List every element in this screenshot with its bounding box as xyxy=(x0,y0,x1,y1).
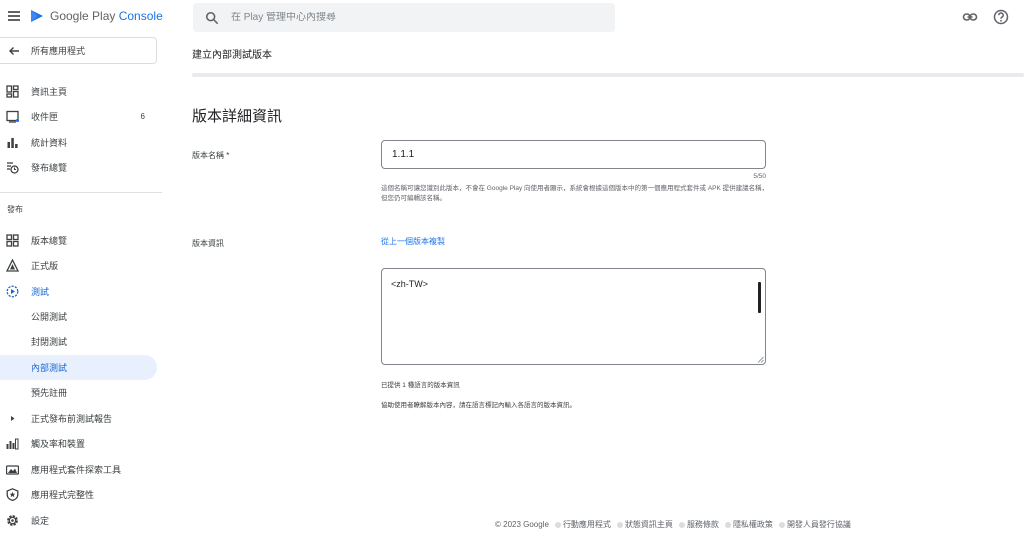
sidebar-item-releases-overview[interactable]: 版本總覽 xyxy=(0,228,157,253)
sidebar-item-reach-devices[interactable]: 觸及率和裝置 xyxy=(0,431,157,456)
sidebar-item-settings[interactable]: 設定 xyxy=(0,508,157,533)
sidebar-item-label: 正式版 xyxy=(31,261,59,271)
production-icon xyxy=(6,259,19,272)
inbox-count-badge: 6 xyxy=(140,112,145,121)
sidebar-item-label: 發布總覽 xyxy=(31,163,68,173)
sidebar-item-dashboard[interactable]: 資訊主頁 xyxy=(0,79,157,104)
sidebar-item-label: 收件匣 xyxy=(31,112,59,122)
publishing-overview-icon xyxy=(7,162,19,174)
header-divider xyxy=(192,73,1024,77)
footer-link-status-dashboard[interactable]: 狀態資訊主頁 xyxy=(625,519,673,530)
settings-icon xyxy=(7,515,18,526)
releases-overview-icon xyxy=(6,234,19,247)
resize-handle-icon[interactable] xyxy=(757,356,764,363)
bar-chart-icon xyxy=(7,138,18,148)
sidebar-nav: 所有應用程式 資訊主頁 收件匣 6 統計資料 發布總覽 發布 版本總覽 正式版 … xyxy=(0,36,162,539)
search-icon xyxy=(205,11,219,24)
sidebar-item-statistics[interactable]: 統計資料 xyxy=(0,130,157,155)
inbox-icon xyxy=(6,110,19,123)
footer-separator xyxy=(554,521,561,528)
arrow-back-icon xyxy=(9,46,19,55)
dashboard-icon xyxy=(6,85,19,98)
testing-icon xyxy=(6,285,19,298)
sidebar-item-pre-registration[interactable]: 預先註冊 xyxy=(0,380,157,405)
footer-separator xyxy=(724,521,731,528)
search-bar[interactable] xyxy=(193,3,615,32)
menu-icon[interactable] xyxy=(6,9,22,25)
section-title: 版本詳細資訊 xyxy=(192,108,283,125)
sidebar-item-label: 封閉測試 xyxy=(31,337,68,347)
search-input[interactable] xyxy=(231,12,571,23)
reach-devices-icon xyxy=(6,438,19,450)
sidebar-item-label: 資訊主頁 xyxy=(31,87,68,97)
release-notes-textarea[interactable]: <zh-TW> xyxy=(382,269,765,364)
all-apps-label: 所有應用程式 xyxy=(31,46,86,56)
app-integrity-icon xyxy=(6,488,19,501)
textarea-scrollbar[interactable] xyxy=(758,282,761,313)
sidebar-item-label: 觸及率和裝置 xyxy=(31,439,86,449)
sidebar-item-label: 內部測試 xyxy=(31,363,68,373)
footer-separator xyxy=(678,521,685,528)
top-app-bar: Google Play Console xyxy=(0,0,1024,36)
footer-link-terms[interactable]: 服務條款 xyxy=(687,519,719,530)
expand-arrow-icon xyxy=(11,416,15,421)
section-label-release: 發布 xyxy=(7,205,23,214)
release-notes-label: 版本資訊 xyxy=(192,239,224,248)
footer-link-privacy[interactable]: 隱私權政策 xyxy=(733,519,773,530)
sidebar-item-open-testing[interactable]: 公開測試 xyxy=(0,304,157,329)
sidebar-divider xyxy=(0,192,162,193)
sidebar-item-label: 預先註冊 xyxy=(31,388,68,398)
footer-copyright: © 2023 Google xyxy=(495,520,549,529)
brand-name: Google Play Console xyxy=(50,9,163,23)
sidebar-item-label: 應用程式完整性 xyxy=(31,490,95,500)
footer-separator xyxy=(616,521,623,528)
all-apps-button[interactable]: 所有應用程式 xyxy=(0,37,157,64)
sidebar-item-app-integrity[interactable]: 應用程式完整性 xyxy=(0,482,157,507)
sidebar-item-label: 統計資料 xyxy=(31,138,68,148)
languages-provided-note: 已提供 1 種語言的版本資訊 xyxy=(381,382,460,389)
sidebar-item-testing[interactable]: 測試 xyxy=(0,279,157,304)
sidebar-item-production[interactable]: 正式版 xyxy=(0,253,157,278)
play-console-logo[interactable]: Google Play Console xyxy=(29,8,163,24)
footer-separator xyxy=(778,521,785,528)
release-name-label: 版本名稱 * xyxy=(192,151,230,160)
footer-link-developer-agreement[interactable]: 開發人員發行協議 xyxy=(787,519,851,530)
release-name-input[interactable] xyxy=(381,140,766,169)
copy-from-previous-link[interactable]: 從上一個版本複製 xyxy=(381,236,445,247)
release-name-counter: 5/50 xyxy=(753,173,766,180)
sidebar-item-label: 公開測試 xyxy=(31,312,68,322)
sidebar-item-internal-testing[interactable]: 內部測試 xyxy=(0,355,157,380)
page-title: 建立內部測試版本 xyxy=(192,50,272,61)
sidebar-item-label: 正式發布前測試報告 xyxy=(31,414,113,424)
footer-link-mobile-app[interactable]: 行動應用程式 xyxy=(563,519,611,530)
release-name-helper-text: 這個名稱可讓您識別此版本，不會在 Google Play 向使用者顯示，系統會根… xyxy=(381,185,769,202)
sidebar-item-publishing-overview[interactable]: 發布總覽 xyxy=(0,155,157,180)
sidebar-item-label: 設定 xyxy=(31,516,50,526)
footer: © 2023 Google 行動應用程式 狀態資訊主頁 服務條款 隱私權政策 開… xyxy=(495,519,851,530)
sidebar-item-inbox[interactable]: 收件匣 6 xyxy=(0,104,157,129)
main-content: 建立內部測試版本 版本詳細資訊 版本名稱 * 5/50 這個名稱可讓您識別此版本… xyxy=(162,36,1024,539)
release-notes-help-text: 協助使用者瞭解版本內容，請在語言標記內輸入各語言的版本資訊。 xyxy=(381,402,576,409)
sidebar-item-bundle-explorer[interactable]: 應用程式套件探索工具 xyxy=(0,457,157,482)
sidebar-item-closed-testing[interactable]: 封閉測試 xyxy=(0,329,157,354)
sidebar-item-label: 測試 xyxy=(31,287,50,297)
bundle-explorer-icon xyxy=(6,465,19,475)
play-console-logo-icon xyxy=(31,10,43,22)
sidebar-item-label: 版本總覽 xyxy=(31,236,68,246)
sidebar-item-label: 應用程式套件探索工具 xyxy=(31,465,122,475)
sidebar-item-pre-launch-report[interactable]: 正式發布前測試報告 xyxy=(0,406,157,431)
link-icon[interactable] xyxy=(962,9,978,25)
help-icon[interactable] xyxy=(993,9,1009,25)
release-notes-field: <zh-TW> xyxy=(381,268,766,365)
